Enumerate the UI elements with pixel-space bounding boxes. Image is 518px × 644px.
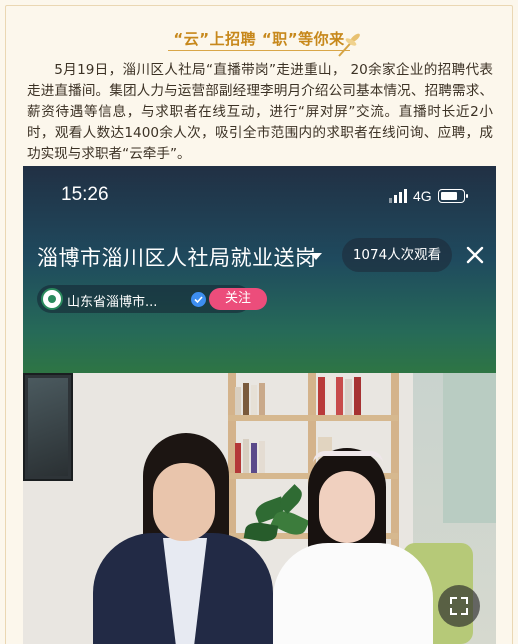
heading-underline [168,50,350,51]
article-heading-block: “云”上招聘 “职”等你来 [0,22,518,57]
dragonfly-icon [338,33,360,57]
live-video[interactable] [23,373,496,644]
status-indicators: 4G [389,187,468,205]
live-stream-screenshot: 15:26 4G 淄博市淄川区人社局就业送岗 1074人次观看 山东省淄博市..… [23,166,496,644]
fullscreen-icon [450,597,468,615]
battery-icon [437,189,468,203]
battery-level-fill [440,192,458,200]
dropdown-caret-icon[interactable] [310,253,322,260]
article-intro: 5月19日，淄川区人社局“直播带岗”走进重山， 20余家企业的招聘代表走进直播间… [27,62,493,162]
follow-button[interactable]: 关注 [209,288,267,310]
fullscreen-button[interactable] [438,585,480,627]
live-stream-header: 15:26 4G 淄博市淄川区人社局就业送岗 1074人次观看 山东省淄博市..… [23,166,496,373]
channel-name[interactable]: 山东省淄博市... [67,291,157,310]
status-time: 15:26 [61,184,109,205]
article-heading: “云”上招聘 “职”等你来 [173,30,345,48]
channel-info[interactable]: 山东省淄博市... 关注 [37,285,267,313]
close-icon[interactable] [463,243,487,267]
network-type: 4G [413,188,432,204]
wall-tv [23,373,73,481]
signal-icon [389,189,407,203]
live-room-title[interactable]: 淄博市淄川区人社局就业送岗 [37,242,317,272]
viewer-count[interactable]: 1074人次观看 [342,238,452,272]
verified-icon [191,292,206,307]
channel-avatar[interactable] [41,288,63,310]
